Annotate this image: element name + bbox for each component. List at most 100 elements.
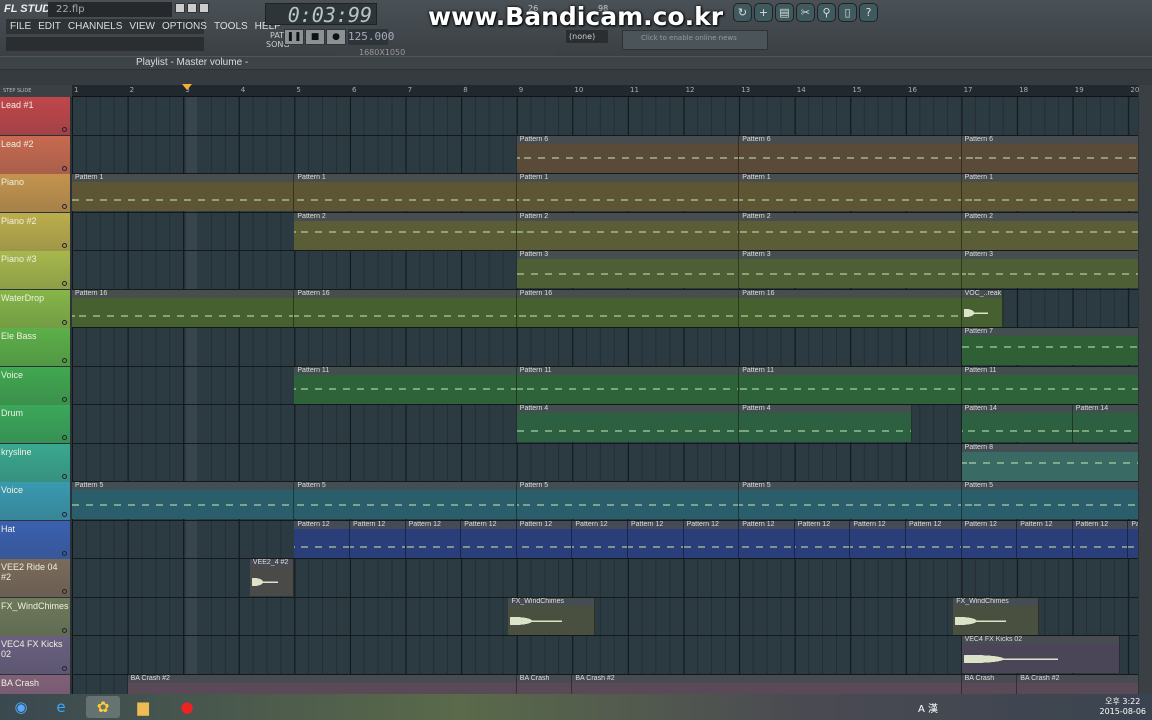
pattern-clip[interactable]: Pattern 11 [516, 366, 740, 404]
menu-options[interactable]: OPTIONS [162, 19, 207, 34]
pattern-clip[interactable]: Pattern 1 [516, 174, 740, 211]
step-slide-options[interactable]: STEP SLIDE [0, 85, 72, 97]
pattern-clip[interactable]: Pattern 11 [739, 366, 962, 404]
pattern-clip[interactable]: Pattern 12 [294, 520, 350, 558]
online-news-panel[interactable]: Click to enable online news [622, 30, 768, 50]
track-led-icon[interactable] [62, 165, 67, 171]
track-label[interactable]: WaterDrop [0, 289, 70, 328]
pattern-clip[interactable]: Pattern 12 [405, 520, 462, 558]
save-icon[interactable]: ▤ [775, 3, 794, 22]
audio-clip[interactable]: FX_WindChimes [953, 597, 1040, 635]
pattern-clip[interactable]: Pattern 1 [961, 174, 1138, 211]
pattern-clip[interactable]: Pattern 4 [516, 405, 740, 442]
menu-view[interactable]: VIEW [129, 19, 155, 34]
playlist-scrollbar[interactable] [0, 70, 1152, 85]
track-led-icon[interactable] [62, 127, 67, 132]
track-label[interactable]: Voice [0, 366, 70, 405]
pattern-clip[interactable]: Pattern 6 [516, 135, 740, 173]
pattern-clip[interactable]: Pattern 12 [350, 520, 406, 558]
maximize-icon[interactable] [187, 3, 197, 13]
pattern-clip[interactable]: Pattern 2 [961, 212, 1138, 250]
step-radio[interactable]: STEP [3, 88, 15, 94]
menu-channels[interactable]: CHANNELS [68, 19, 122, 34]
pattern-clip[interactable]: Pattern 16 [516, 289, 740, 327]
undo-icon[interactable]: ↻ [733, 3, 752, 22]
track-led-icon[interactable] [62, 319, 67, 325]
audio-clip[interactable]: VOC_..reak [961, 289, 1004, 327]
pattern-clip[interactable]: Pattern 12 [850, 520, 906, 558]
help-icon[interactable]: ? [859, 3, 878, 22]
track-label[interactable]: VEE2 Ride 04 #2 [0, 559, 70, 597]
audio-clip[interactable]: VEC4 FX Kicks 02 [961, 636, 1121, 673]
menu-file[interactable]: FILE [10, 19, 31, 34]
pattern-clip[interactable]: Pattern 12 [1128, 520, 1138, 558]
pattern-clip[interactable]: Pattern 16 [294, 289, 517, 327]
slide-radio[interactable]: SLIDE [17, 88, 31, 94]
track-led-icon[interactable] [62, 281, 67, 286]
track-label[interactable]: Lead #2 [0, 135, 70, 174]
clock[interactable]: 오후 3:22 2015-08-06 [1100, 697, 1147, 717]
pattern-clip[interactable]: Pattern 12 [1017, 520, 1073, 558]
pattern-clip[interactable]: Pattern 2 [739, 212, 962, 250]
pattern-clip[interactable]: Pattern 5 [739, 482, 962, 519]
track-led-icon[interactable] [62, 589, 67, 594]
pattern-clip[interactable]: Pattern 7 [961, 328, 1138, 365]
pattern-clip[interactable]: BA Crash [516, 674, 573, 694]
track-led-icon[interactable] [62, 396, 67, 402]
ie-icon[interactable]: e [44, 696, 78, 718]
pattern-clip[interactable]: Pattern 12 [961, 520, 1018, 558]
pattern-clip[interactable]: Pattern 5 [961, 482, 1138, 519]
pattern-clip[interactable]: Pattern 1 [72, 174, 295, 211]
fl-studio-taskbar-icon[interactable]: ✿ [86, 696, 120, 718]
bandicam-icon[interactable]: ● [170, 696, 204, 718]
minimize-icon[interactable] [175, 3, 185, 13]
track-label[interactable]: Ele Bass [0, 328, 70, 366]
pattern-clip[interactable]: Pattern 14 [961, 405, 1073, 442]
track-led-icon[interactable] [62, 666, 67, 671]
track-led-icon[interactable] [62, 512, 67, 517]
search-icon[interactable]: ⚲ [817, 3, 836, 22]
pattern-clip[interactable]: Pattern 12 [683, 520, 740, 558]
pattern-clip[interactable]: Pattern 3 [961, 251, 1138, 288]
vertical-scrollbar[interactable] [1139, 85, 1152, 694]
song-position-marker[interactable] [182, 84, 192, 90]
pattern-clip[interactable]: Pattern 8 [961, 443, 1138, 481]
track-led-icon[interactable] [62, 204, 67, 209]
track-label[interactable]: Piano #2 [0, 212, 70, 251]
track-label[interactable]: Hat [0, 520, 70, 559]
record-button[interactable]: ● [326, 29, 346, 45]
track-label[interactable]: VEC4 FX Kicks 02 [0, 636, 70, 674]
menu-tools[interactable]: TOOLS [214, 19, 248, 34]
pattern-clip[interactable]: Pattern 12 [1072, 520, 1129, 558]
track-led-icon[interactable] [62, 358, 67, 363]
track-label[interactable]: Drum [0, 405, 70, 443]
pattern-clip[interactable]: Pattern 5 [516, 482, 740, 519]
ime-indicator[interactable]: A 漢 [918, 700, 938, 715]
pattern-clip[interactable]: Pattern 1 [294, 174, 517, 211]
track-led-icon[interactable] [62, 550, 67, 556]
track-led-icon[interactable] [62, 242, 67, 248]
pattern-clip[interactable]: Pattern 12 [516, 520, 573, 558]
pattern-clip[interactable]: Pattern 12 [461, 520, 517, 558]
pattern-clip[interactable]: Pattern 6 [961, 135, 1138, 173]
playlist-grid[interactable]: Pattern 6 Pattern 6 Pattern 6 Pattern 1 Patt… [72, 97, 1138, 694]
pattern-clip[interactable]: Pattern 2 [294, 212, 517, 250]
pattern-clip[interactable]: Pattern 11 [961, 366, 1138, 404]
track-label[interactable]: krysline [0, 443, 70, 482]
pattern-clip[interactable]: Pattern 3 [516, 251, 740, 288]
pattern-clip[interactable]: Pattern 1 [739, 174, 962, 211]
pattern-clip[interactable]: Pattern 12 [739, 520, 795, 558]
track-led-icon[interactable] [62, 473, 67, 479]
pattern-clip[interactable]: BA Crash [961, 674, 1018, 694]
track-led-icon[interactable] [62, 435, 67, 440]
track-label[interactable]: Piano [0, 174, 70, 212]
pattern-clip[interactable]: Pattern 14 [1072, 405, 1138, 442]
tempo-display[interactable]: 125.000 [348, 29, 394, 45]
explorer-icon[interactable]: ▆ [126, 696, 160, 718]
pattern-clip[interactable]: Pattern 3 [739, 251, 962, 288]
track-label[interactable]: Voice [0, 482, 70, 520]
track-label[interactable]: FX_WindChimes [0, 597, 70, 636]
audio-clip[interactable]: FX_WindChimes [508, 597, 595, 635]
pause-button[interactable]: ❚❚ [284, 29, 304, 45]
pattern-clip[interactable]: Pattern 5 [294, 482, 517, 519]
